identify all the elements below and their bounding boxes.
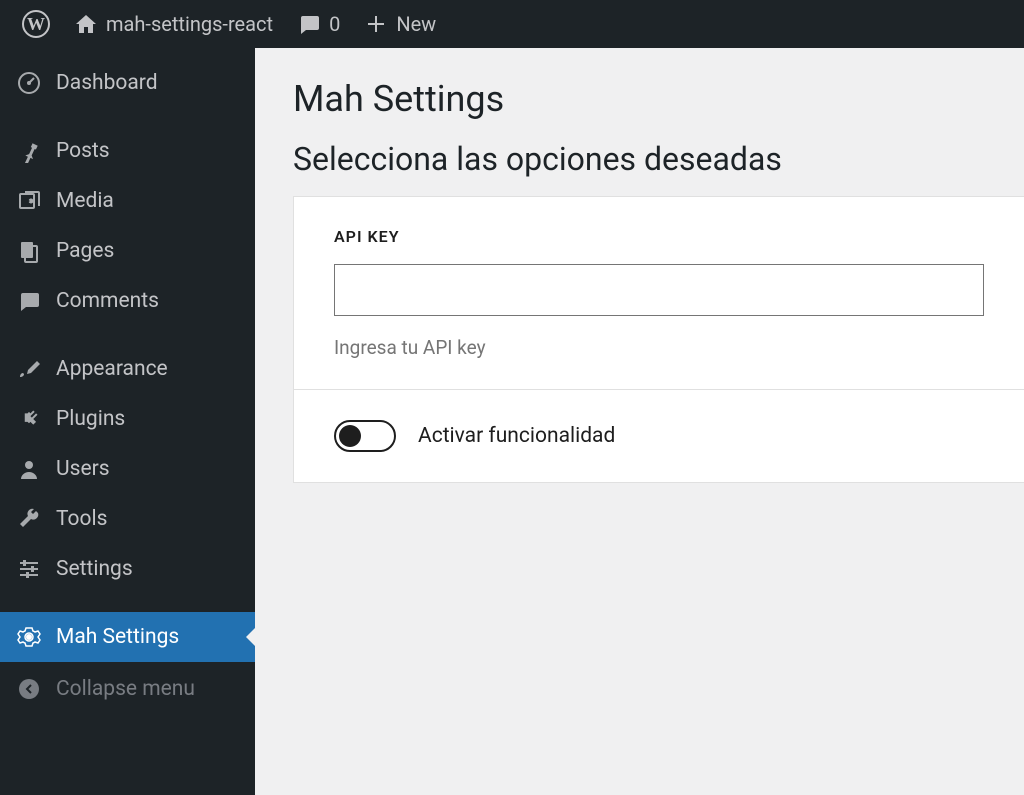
page-subtitle: Selecciona las opciones deseadas: [293, 140, 1024, 178]
sidebar-item-settings[interactable]: Settings: [0, 544, 255, 594]
comments-link[interactable]: 0: [285, 0, 352, 48]
sidebar-item-appearance[interactable]: Appearance: [0, 344, 255, 394]
admin-top-bar: W mah-settings-react 0 New: [0, 0, 1024, 48]
toggle-knob: [339, 425, 361, 447]
wp-logo-menu[interactable]: W: [10, 0, 62, 48]
api-key-help-text: Ingresa tu API key: [334, 336, 984, 359]
comments-count: 0: [329, 12, 340, 36]
home-icon: [74, 12, 98, 36]
media-icon: [16, 188, 42, 214]
wrench-icon: [16, 506, 42, 532]
collapse-icon: [16, 676, 42, 702]
brush-icon: [16, 356, 42, 382]
sliders-icon: [16, 556, 42, 582]
settings-panel: API KEY Ingresa tu API key Activar funci…: [293, 196, 1024, 483]
sidebar-item-mah-settings[interactable]: Mah Settings: [0, 612, 255, 662]
pages-icon: [16, 238, 42, 264]
main-content: Mah Settings Selecciona las opciones des…: [255, 48, 1024, 795]
sidebar-label: Appearance: [56, 357, 168, 381]
collapse-menu-button[interactable]: Collapse menu: [0, 662, 255, 716]
toggle-section: Activar funcionalidad: [294, 389, 1024, 482]
sidebar-item-dashboard[interactable]: Dashboard: [0, 58, 255, 108]
site-name-label: mah-settings-react: [106, 12, 273, 36]
sidebar-item-plugins[interactable]: Plugins: [0, 394, 255, 444]
sidebar-label: Dashboard: [56, 71, 158, 95]
sidebar-label: Mah Settings: [56, 625, 179, 649]
api-key-section: API KEY Ingresa tu API key: [294, 197, 1024, 389]
pin-icon: [16, 138, 42, 164]
page-title: Mah Settings: [293, 78, 1024, 120]
new-content-link[interactable]: New: [352, 0, 448, 48]
sidebar-item-media[interactable]: Media: [0, 176, 255, 226]
new-label: New: [396, 12, 436, 36]
plus-icon: [364, 12, 388, 36]
sidebar-label: Pages: [56, 239, 114, 263]
collapse-label: Collapse menu: [56, 677, 195, 701]
sidebar-label: Comments: [56, 289, 159, 313]
sidebar-item-posts[interactable]: Posts: [0, 126, 255, 176]
feature-toggle[interactable]: [334, 420, 396, 452]
wordpress-logo-icon: W: [22, 10, 50, 38]
plug-icon: [16, 406, 42, 432]
sidebar-label: Users: [56, 457, 110, 481]
sidebar-label: Media: [56, 189, 114, 213]
gear-icon: [16, 624, 42, 650]
sidebar-item-tools[interactable]: Tools: [0, 494, 255, 544]
api-key-input[interactable]: [334, 264, 984, 316]
site-home-link[interactable]: mah-settings-react: [62, 0, 285, 48]
sidebar-item-comments[interactable]: Comments: [0, 276, 255, 326]
toggle-label: Activar funcionalidad: [418, 424, 615, 448]
admin-sidebar: Dashboard Posts Media Pages Commen: [0, 48, 255, 795]
comment-icon: [16, 288, 42, 314]
sidebar-label: Posts: [56, 139, 110, 163]
comment-icon: [297, 12, 321, 36]
sidebar-label: Tools: [56, 507, 107, 531]
sidebar-item-users[interactable]: Users: [0, 444, 255, 494]
user-icon: [16, 456, 42, 482]
sidebar-label: Settings: [56, 557, 133, 581]
sidebar-item-pages[interactable]: Pages: [0, 226, 255, 276]
sidebar-label: Plugins: [56, 407, 125, 431]
api-key-label: API KEY: [334, 227, 984, 246]
dashboard-icon: [16, 70, 42, 96]
